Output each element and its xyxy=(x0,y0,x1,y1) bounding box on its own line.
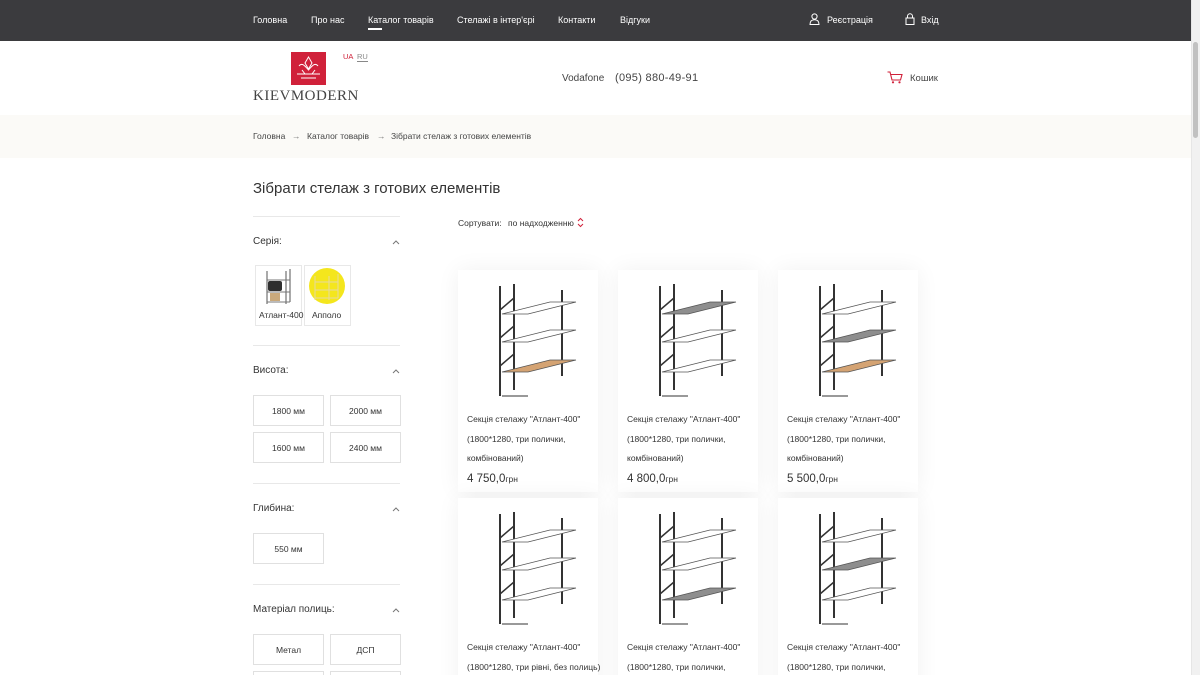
breadcrumb-arrow-icon: → xyxy=(377,131,386,141)
filter-series-title[interactable]: Серія: xyxy=(253,236,282,247)
product-image[interactable] xyxy=(618,280,758,400)
filter-material-title[interactable]: Матеріал полиць: xyxy=(253,604,335,615)
chevron-up-icon[interactable] xyxy=(391,367,401,375)
product-name[interactable]: Секція стелажу "Атлант-400" (1800*1280, … xyxy=(467,638,617,675)
page-title: Зібрати стелаж з готових елементів xyxy=(253,180,501,197)
product-name[interactable]: Секція стелажу "Атлант-400" (1800*1280, … xyxy=(787,638,937,675)
product-name[interactable]: Секція стелажу "Атлант-400" (1800*1280, … xyxy=(627,638,777,675)
shelf-rack-image[interactable] xyxy=(778,280,918,400)
sort-arrows-icon[interactable] xyxy=(577,217,584,228)
price-currency: грн xyxy=(665,474,678,484)
filter-divider xyxy=(253,216,400,217)
nav-item-reviews[interactable]: Відгуки xyxy=(620,15,650,25)
chevron-up-icon[interactable] xyxy=(391,238,401,246)
series-label-atlant[interactable]: Атлант-400 xyxy=(259,310,303,320)
atlant-thumbnail xyxy=(266,269,291,304)
material-option-more[interactable] xyxy=(330,671,401,675)
login-link[interactable]: Вхід xyxy=(921,15,939,25)
product-card[interactable]: Секція стелажу "Атлант-400" (1800*1280, … xyxy=(778,270,918,492)
filter-divider xyxy=(253,584,400,585)
depth-option[interactable]: 550 мм xyxy=(253,533,324,564)
material-option-more[interactable] xyxy=(253,671,324,675)
shelf-rack-image[interactable] xyxy=(458,280,598,400)
filter-divider xyxy=(253,483,400,484)
nav-item-about[interactable]: Про нас xyxy=(311,15,344,25)
logo-ornament-icon xyxy=(297,56,320,79)
lang-ru[interactable]: RU xyxy=(357,52,368,62)
series-label-apollo[interactable]: Апполо xyxy=(312,310,341,320)
price-value: 4 800,0 xyxy=(627,473,666,485)
filter-depth-title[interactable]: Глибина: xyxy=(253,503,294,514)
product-card[interactable]: Секція стелажу "Атлант-400" (1800*1280, … xyxy=(458,498,600,675)
height-option[interactable]: 2000 мм xyxy=(330,395,401,426)
price-currency: грн xyxy=(505,474,518,484)
product-card[interactable]: Секція стелажу "Атлант-400" (1800*1280, … xyxy=(778,498,918,675)
height-option[interactable]: 1800 мм xyxy=(253,395,324,426)
product-image[interactable] xyxy=(458,280,598,400)
filter-height-title[interactable]: Висота: xyxy=(253,365,289,376)
height-option[interactable]: 2400 мм xyxy=(330,432,401,463)
breadcrumb-home[interactable]: Головна xyxy=(253,131,285,141)
breadcrumb-arrow-icon: → xyxy=(292,131,301,141)
product-image[interactable] xyxy=(778,280,918,400)
breadcrumb xyxy=(0,115,1191,158)
product-name[interactable]: Секція стелажу "Атлант-400" (1800*1280, … xyxy=(787,410,937,469)
nav-item-home[interactable]: Головна xyxy=(253,15,287,25)
product-card[interactable]: Секція стелажу "Атлант-400" (1800*1280, … xyxy=(458,270,598,492)
register-link[interactable]: Реєстрація xyxy=(827,15,873,25)
product-image[interactable] xyxy=(458,508,598,628)
product-image[interactable] xyxy=(778,508,918,628)
chevron-up-icon[interactable] xyxy=(391,505,401,513)
lock-icon[interactable] xyxy=(905,13,915,25)
apollo-thumbnail xyxy=(309,268,345,304)
cart-icon[interactable] xyxy=(887,71,903,84)
product-price: 5 500,0грн xyxy=(787,473,838,485)
phone-operator: Vodafone xyxy=(562,73,605,84)
material-option[interactable]: ДСП xyxy=(330,634,401,665)
shelf-rack-image[interactable] xyxy=(618,508,758,628)
nav-item-interior[interactable]: Стелажі в інтер'єрі xyxy=(457,15,535,25)
sort-label: Сортувати: xyxy=(458,218,502,228)
scrollbar-thumb[interactable] xyxy=(1193,42,1198,138)
product-card[interactable]: Секція стелажу "Атлант-400" (1800*1280, … xyxy=(618,498,758,675)
product-card[interactable]: Секція стелажу "Атлант-400" (1800*1280, … xyxy=(618,270,758,492)
nav-item-contacts[interactable]: Контакти xyxy=(558,15,595,25)
price-currency: грн xyxy=(825,474,838,484)
shelf-rack-image[interactable] xyxy=(458,508,598,628)
product-price: 4 750,0грн xyxy=(467,473,518,485)
logo-emblem[interactable] xyxy=(291,52,326,85)
height-option[interactable]: 1600 мм xyxy=(253,432,324,463)
breadcrumb-current: Зібрати стелаж з готових елементів xyxy=(391,131,532,141)
cart-link[interactable]: Кошик xyxy=(910,73,938,84)
user-icon[interactable] xyxy=(809,13,820,25)
breadcrumb-catalog[interactable]: Каталог товарів xyxy=(307,131,369,141)
sort-select[interactable]: по надходженню xyxy=(508,218,574,228)
product-name[interactable]: Секція стелажу "Атлант-400" (1800*1280, … xyxy=(627,410,777,469)
product-name[interactable]: Секція стелажу "Атлант-400" (1800*1280, … xyxy=(467,410,617,469)
material-option[interactable]: Метал xyxy=(253,634,324,665)
chevron-up-icon[interactable] xyxy=(391,606,401,614)
product-image[interactable] xyxy=(618,508,758,628)
nav-item-catalog[interactable]: Каталог товарів xyxy=(368,15,434,30)
shelf-rack-image[interactable] xyxy=(778,508,918,628)
filter-divider xyxy=(253,345,400,346)
lang-ua[interactable]: UA xyxy=(343,52,353,61)
price-value: 4 750,0 xyxy=(467,473,506,485)
shelf-rack-image[interactable] xyxy=(618,280,758,400)
phone-number[interactable]: (095) 880-49-91 xyxy=(615,72,698,84)
price-value: 5 500,0 xyxy=(787,473,826,485)
logo-wordmark[interactable]: KIEVMODERN xyxy=(253,88,359,105)
top-nav-bar: Головна Про нас Каталог товарів Стелажі … xyxy=(0,0,1200,41)
product-price: 4 800,0грн xyxy=(627,473,678,485)
